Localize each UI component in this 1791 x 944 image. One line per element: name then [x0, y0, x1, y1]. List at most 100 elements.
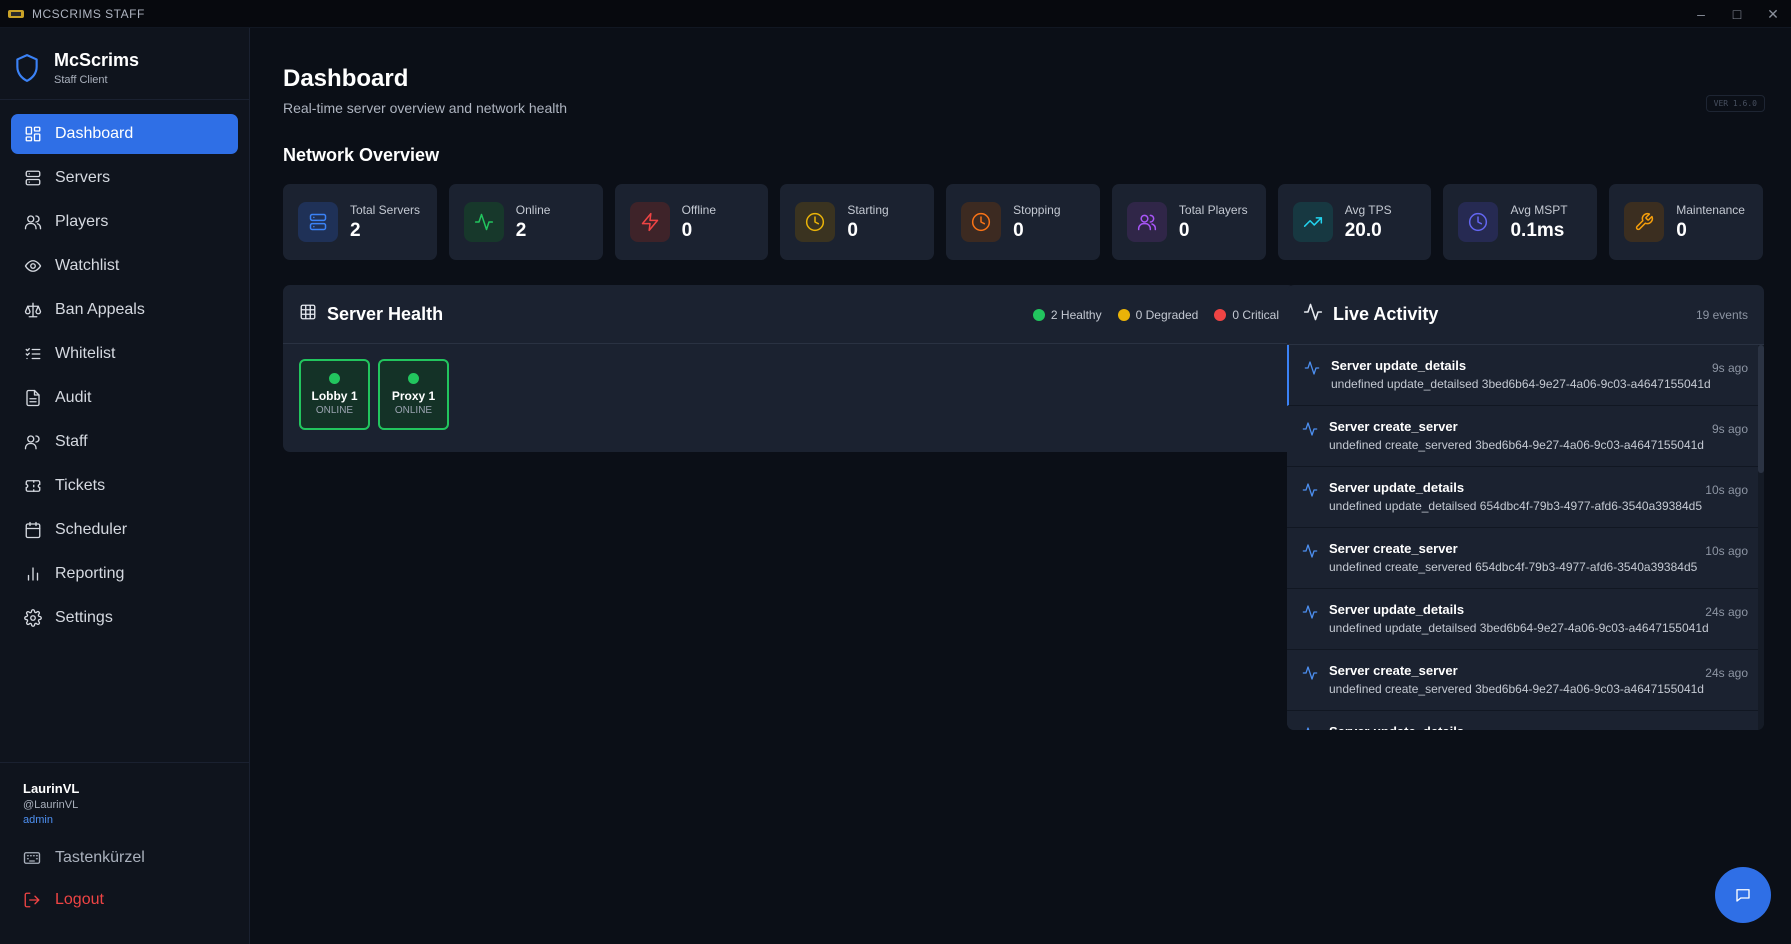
- activity-title: Server update_details: [1329, 480, 1465, 495]
- version-badge: VER 1.6.0: [1705, 95, 1765, 112]
- status-dot: [1214, 308, 1227, 321]
- sidebar-item-scheduler[interactable]: Scheduler: [11, 510, 238, 550]
- bar-chart-icon: [23, 564, 43, 584]
- users-icon: [1126, 202, 1167, 242]
- user-handle: @LaurinVL: [23, 799, 79, 811]
- minimize-icon[interactable]: –: [1683, 0, 1719, 28]
- activity-icon: [463, 202, 504, 242]
- activity-icon: [1303, 302, 1323, 327]
- activity-scrollbar-thumb[interactable]: [1758, 345, 1764, 473]
- activity-item[interactable]: Server update_details undefined update_de…: [1287, 589, 1764, 650]
- sidebar-item-tickets[interactable]: Tickets: [11, 466, 238, 506]
- window-controls: – □ ✕: [1683, 0, 1791, 28]
- stat-label: Avg TPS: [1344, 202, 1392, 217]
- server-health-panel: Server Health 2 Healthy 0 Degraded 0 Criti…: [283, 285, 1295, 452]
- user-info: LaurinVL @LaurinVL admin: [0, 763, 250, 826]
- sidebar-item-label: Whitelist: [55, 345, 116, 362]
- activity-description: undefined create_servered 654dbc4f-79b3-…: [1329, 560, 1698, 574]
- activity-item[interactable]: Server create_server undefined create_ser…: [1287, 650, 1764, 711]
- activity-item[interactable]: Server create_server undefined create_ser…: [1287, 528, 1764, 589]
- stat-label: Starting: [847, 202, 889, 217]
- page-title: Dashboard: [283, 65, 409, 92]
- shortcuts-button[interactable]: Tastenkürzel: [0, 838, 250, 878]
- activity-item[interactable]: Server update_details undefined update_de…: [1287, 345, 1764, 406]
- sidebar-item-audit[interactable]: Audit: [11, 378, 238, 418]
- activity-time: 24s ago: [1705, 666, 1748, 680]
- wrench-icon: [1624, 202, 1665, 242]
- activity-list[interactable]: Server update_details undefined update_de…: [1287, 345, 1764, 730]
- sidebar-item-players[interactable]: Players: [11, 202, 238, 242]
- clock-icon: [961, 202, 1002, 242]
- sidebar-item-watchlist[interactable]: Watchlist: [11, 246, 238, 286]
- clock-icon: [1458, 202, 1499, 242]
- sidebar-item-whitelist[interactable]: Whitelist: [11, 334, 238, 374]
- activity-icon: [1302, 482, 1318, 503]
- window-title: MCSCRIMS STAFF: [32, 6, 145, 21]
- activity-time: 9s ago: [1711, 422, 1748, 436]
- server-name: Lobby 1: [311, 389, 358, 403]
- stat-card-online: Online 2: [448, 184, 603, 260]
- activity-description: undefined update_detailsed 654dbc4f-79b3…: [1329, 499, 1702, 513]
- sidebar-item-staff[interactable]: Staff: [11, 422, 238, 462]
- stat-label: Stopping: [1013, 202, 1061, 217]
- sidebar-item-label: Players: [55, 213, 109, 230]
- sidebar-item-settings[interactable]: Settings: [11, 598, 238, 638]
- stat-card-avg-mspt: Avg MSPT 0.1ms: [1443, 184, 1598, 260]
- sidebar-item-reporting[interactable]: Reporting: [11, 554, 238, 594]
- activity-icon: [1302, 421, 1318, 442]
- server-name: Proxy 1: [391, 389, 436, 403]
- activity-time: 10s ago: [1705, 483, 1748, 497]
- activity-item[interactable]: Server create_server undefined create_ser…: [1287, 406, 1764, 467]
- logout-button[interactable]: Logout: [0, 880, 250, 920]
- sidebar-item-label: Dashboard: [55, 125, 134, 142]
- chat-icon: [1736, 889, 1750, 902]
- activity-description: undefined create_servered 3bed6b64-9e27-…: [1329, 682, 1704, 696]
- shortcuts-label: Tastenkürzel: [55, 849, 145, 866]
- activity-time: 9s ago: [1711, 361, 1748, 375]
- logout-icon: [23, 890, 43, 910]
- events-count: 19 events: [1695, 308, 1748, 322]
- sidebar-item-dashboard[interactable]: Dashboard: [11, 114, 238, 154]
- stat-value: 0: [847, 219, 858, 241]
- activity-title: Server create_server: [1329, 663, 1458, 678]
- brand-subtitle: Staff Client: [54, 73, 108, 86]
- stat-value: 0.1ms: [1510, 219, 1565, 241]
- stat-card-stopping: Stopping 0: [946, 184, 1100, 260]
- server-tile[interactable]: Proxy 1 ONLINE: [378, 359, 449, 430]
- activity-title: Server update_details: [1329, 724, 1764, 730]
- close-icon[interactable]: ✕: [1755, 0, 1791, 28]
- users-icon: [23, 212, 43, 232]
- sidebar-item-ban-appeals[interactable]: Ban Appeals: [11, 290, 238, 330]
- sidebar-item-label: Reporting: [55, 565, 125, 582]
- status-dot: [1117, 308, 1130, 321]
- user-name: LaurinVL: [23, 781, 80, 796]
- sidebar-item-label: Ban Appeals: [55, 301, 145, 318]
- stat-value: 2: [350, 219, 361, 241]
- activity-icon: [1302, 665, 1318, 686]
- activity-icon: [1302, 604, 1318, 625]
- server-status: ONLINE: [315, 405, 354, 416]
- live-activity-panel: Live Activity 19 events Server update_de…: [1287, 285, 1764, 730]
- stats-row: Total Servers 2 Online 2 Offline 0 Starting 0 St…: [283, 184, 1764, 260]
- brand-name: McScrims: [54, 49, 140, 70]
- activity-title: Server create_server: [1329, 541, 1458, 556]
- maximize-icon[interactable]: □: [1719, 0, 1755, 28]
- sidebar-item-label: Servers: [55, 169, 111, 186]
- status-dot: [408, 373, 419, 384]
- stat-card-maintenance: Maintenance 0: [1609, 184, 1764, 260]
- stat-value: 20.0: [1344, 219, 1382, 241]
- activity-item[interactable]: Server update_details undefined update_de…: [1287, 467, 1764, 528]
- stat-label: Maintenance: [1676, 202, 1745, 217]
- stat-card-offline: Offline 0: [614, 184, 769, 260]
- file-icon: [23, 388, 43, 408]
- activity-item[interactable]: Server update_details: [1287, 711, 1764, 730]
- chat-button[interactable]: [1715, 867, 1771, 923]
- server-tile[interactable]: Lobby 1 ONLINE: [299, 359, 370, 430]
- sidebar-item-servers[interactable]: Servers: [11, 158, 238, 198]
- sidebar-item-label: Watchlist: [55, 257, 120, 274]
- stat-value: 0: [1676, 219, 1687, 241]
- page-subtitle: Real-time server overview and network he…: [283, 100, 568, 116]
- activity-title: Server create_server: [1329, 419, 1458, 434]
- activity-description: undefined update_detailsed 3bed6b64-9e27…: [1329, 621, 1709, 635]
- live-activity-title: Live Activity: [1333, 304, 1439, 324]
